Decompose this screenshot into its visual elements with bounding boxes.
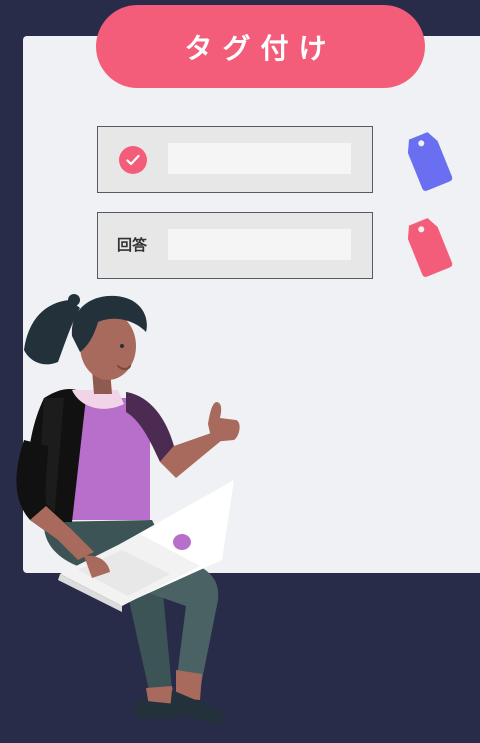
check-circle-icon [119,146,147,174]
woman-with-laptop-illustration [16,294,240,726]
tag-row-answer: 回答 [97,212,373,279]
page-title: タグ付け [96,5,425,88]
tag-row-check [97,126,373,193]
answer-label: 回答 [117,236,148,254]
tag-row-field [168,143,351,174]
blue-tag-icon [407,132,453,191]
pink-tag-icon [407,218,453,277]
answer-field [168,229,351,260]
